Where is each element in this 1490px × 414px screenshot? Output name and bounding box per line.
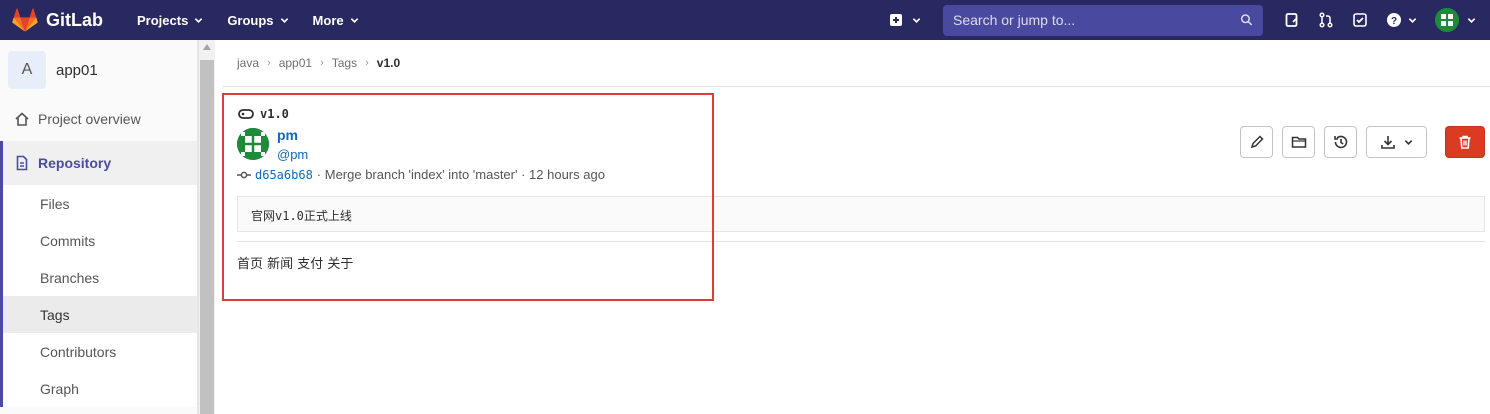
- gitlab-logo-icon: [12, 8, 38, 32]
- sidebar-item-project-overview[interactable]: Project overview: [0, 100, 197, 137]
- release-notes: 首页 新闻 支付 关于: [237, 257, 354, 272]
- chevron-right-icon: ›: [365, 57, 369, 69]
- groups-menu[interactable]: Groups: [215, 0, 300, 40]
- trash-icon: [1459, 135, 1471, 149]
- chevron-down-icon: [912, 17, 921, 23]
- author-name-link[interactable]: pm: [277, 127, 298, 143]
- gitlab-home-link[interactable]: GitLab: [0, 0, 125, 40]
- brand-name: GitLab: [46, 9, 103, 30]
- more-menu[interactable]: More: [301, 0, 371, 40]
- commit-icon: [237, 171, 251, 178]
- edit-release-notes-button[interactable]: [1240, 126, 1273, 158]
- history-icon: [1333, 135, 1347, 149]
- issues-button[interactable]: [1275, 0, 1309, 40]
- sidebar-item-label: Contributors: [40, 343, 117, 360]
- document-icon: [16, 155, 28, 171]
- search-icon: [1240, 14, 1252, 26]
- project-avatar: A: [8, 51, 46, 89]
- tag-message: 官网v1.0正式上线: [237, 196, 1485, 232]
- new-dropdown-button[interactable]: [879, 0, 925, 40]
- browse-files-button[interactable]: [1282, 126, 1315, 158]
- help-icon: ?: [1387, 13, 1401, 27]
- sidebar-item-tags[interactable]: Tags: [0, 296, 197, 333]
- sidebar-item-branches[interactable]: Branches: [0, 259, 197, 296]
- sidebar-section-repository[interactable]: Repository: [0, 141, 197, 185]
- sidebar-item-label: Commits: [40, 232, 96, 249]
- sidebar-section-label: Repository: [38, 155, 112, 171]
- merge-requests-icon: [1319, 12, 1333, 28]
- breadcrumb-current[interactable]: v1.0: [377, 56, 400, 70]
- search-box[interactable]: [943, 4, 1263, 36]
- tag-message-text: 官网v1.0正式上线: [251, 209, 352, 223]
- folder-icon: [1291, 136, 1306, 148]
- pencil-icon: [1250, 135, 1264, 149]
- author-avatar[interactable]: [237, 128, 269, 160]
- download-dropdown-button[interactable]: [1366, 126, 1427, 158]
- tag-icon: [238, 109, 254, 119]
- groups-menu-label: Groups: [227, 12, 274, 28]
- breadcrumb-item[interactable]: app01: [279, 56, 312, 70]
- projects-menu[interactable]: Projects: [125, 0, 215, 40]
- breadcrumb-item[interactable]: Tags: [332, 56, 357, 70]
- commit-message: · Merge branch 'index' into 'master' · 1…: [316, 167, 605, 182]
- release-divider: [237, 241, 1485, 242]
- help-button[interactable]: ?: [1377, 0, 1426, 40]
- sidebar-item-files[interactable]: Files: [0, 185, 197, 222]
- chevron-down-icon: [1467, 17, 1476, 23]
- top-navbar: GitLab Projects Groups More ?: [0, 0, 1490, 40]
- sidebar-item-graph[interactable]: Graph: [0, 370, 197, 407]
- user-menu[interactable]: [1426, 0, 1490, 40]
- more-menu-label: More: [312, 12, 344, 28]
- merge-requests-button[interactable]: [1309, 0, 1343, 40]
- issues-icon: [1285, 13, 1298, 27]
- home-icon: [15, 111, 29, 126]
- sidebar-item-commits[interactable]: Commits: [0, 222, 197, 259]
- user-avatar: [1435, 8, 1459, 32]
- chevron-right-icon: ›: [267, 57, 271, 69]
- chevron-down-icon: [350, 17, 358, 23]
- svg-text:?: ?: [1391, 16, 1397, 27]
- sidebar-scrollbar[interactable]: [198, 40, 215, 414]
- project-name: app01: [56, 61, 98, 79]
- chevron-down-icon: [1408, 17, 1417, 23]
- tag-title: v1.0: [238, 107, 289, 121]
- delete-tag-button[interactable]: [1445, 126, 1485, 158]
- breadcrumb: java › app01 › Tags › v1.0: [237, 56, 400, 70]
- commit-sha-link[interactable]: d65a6b68: [255, 168, 313, 182]
- chevron-down-icon: [280, 17, 288, 23]
- chevron-right-icon: ›: [320, 57, 324, 69]
- download-icon: [1381, 136, 1395, 149]
- chevron-down-icon: [1404, 139, 1413, 145]
- projects-menu-label: Projects: [137, 12, 189, 28]
- sidebar-item-label: Project overview: [38, 110, 141, 127]
- navbar-right: ?: [879, 0, 1490, 40]
- breadcrumb-item[interactable]: java: [237, 56, 259, 70]
- sidebar-item-label: Branches: [40, 269, 100, 286]
- plus-square-icon: [890, 14, 902, 26]
- scrollbar-thumb[interactable]: [200, 60, 214, 414]
- breadcrumb-divider: [222, 86, 1490, 87]
- author-handle-link[interactable]: @pm: [277, 147, 308, 162]
- sidebar-item-label: Files: [40, 195, 70, 212]
- todos-button[interactable]: [1343, 0, 1377, 40]
- browse-commits-button[interactable]: [1324, 126, 1357, 158]
- chevron-down-icon: [195, 17, 203, 23]
- sidebar-item-label: Tags: [40, 306, 70, 323]
- todo-icon: [1353, 13, 1367, 27]
- sidebar-item-contributors[interactable]: Contributors: [0, 333, 197, 370]
- project-sidebar: A app01 Project overview Repository File…: [0, 40, 198, 414]
- commit-info: d65a6b68 · Merge branch 'index' into 'ma…: [237, 167, 605, 182]
- tag-name: v1.0: [260, 107, 289, 121]
- sidebar-item-label: Graph: [40, 380, 79, 397]
- project-header[interactable]: A app01: [0, 40, 197, 100]
- search-input[interactable]: [953, 12, 1240, 28]
- scroll-up-arrow-icon[interactable]: [203, 44, 211, 50]
